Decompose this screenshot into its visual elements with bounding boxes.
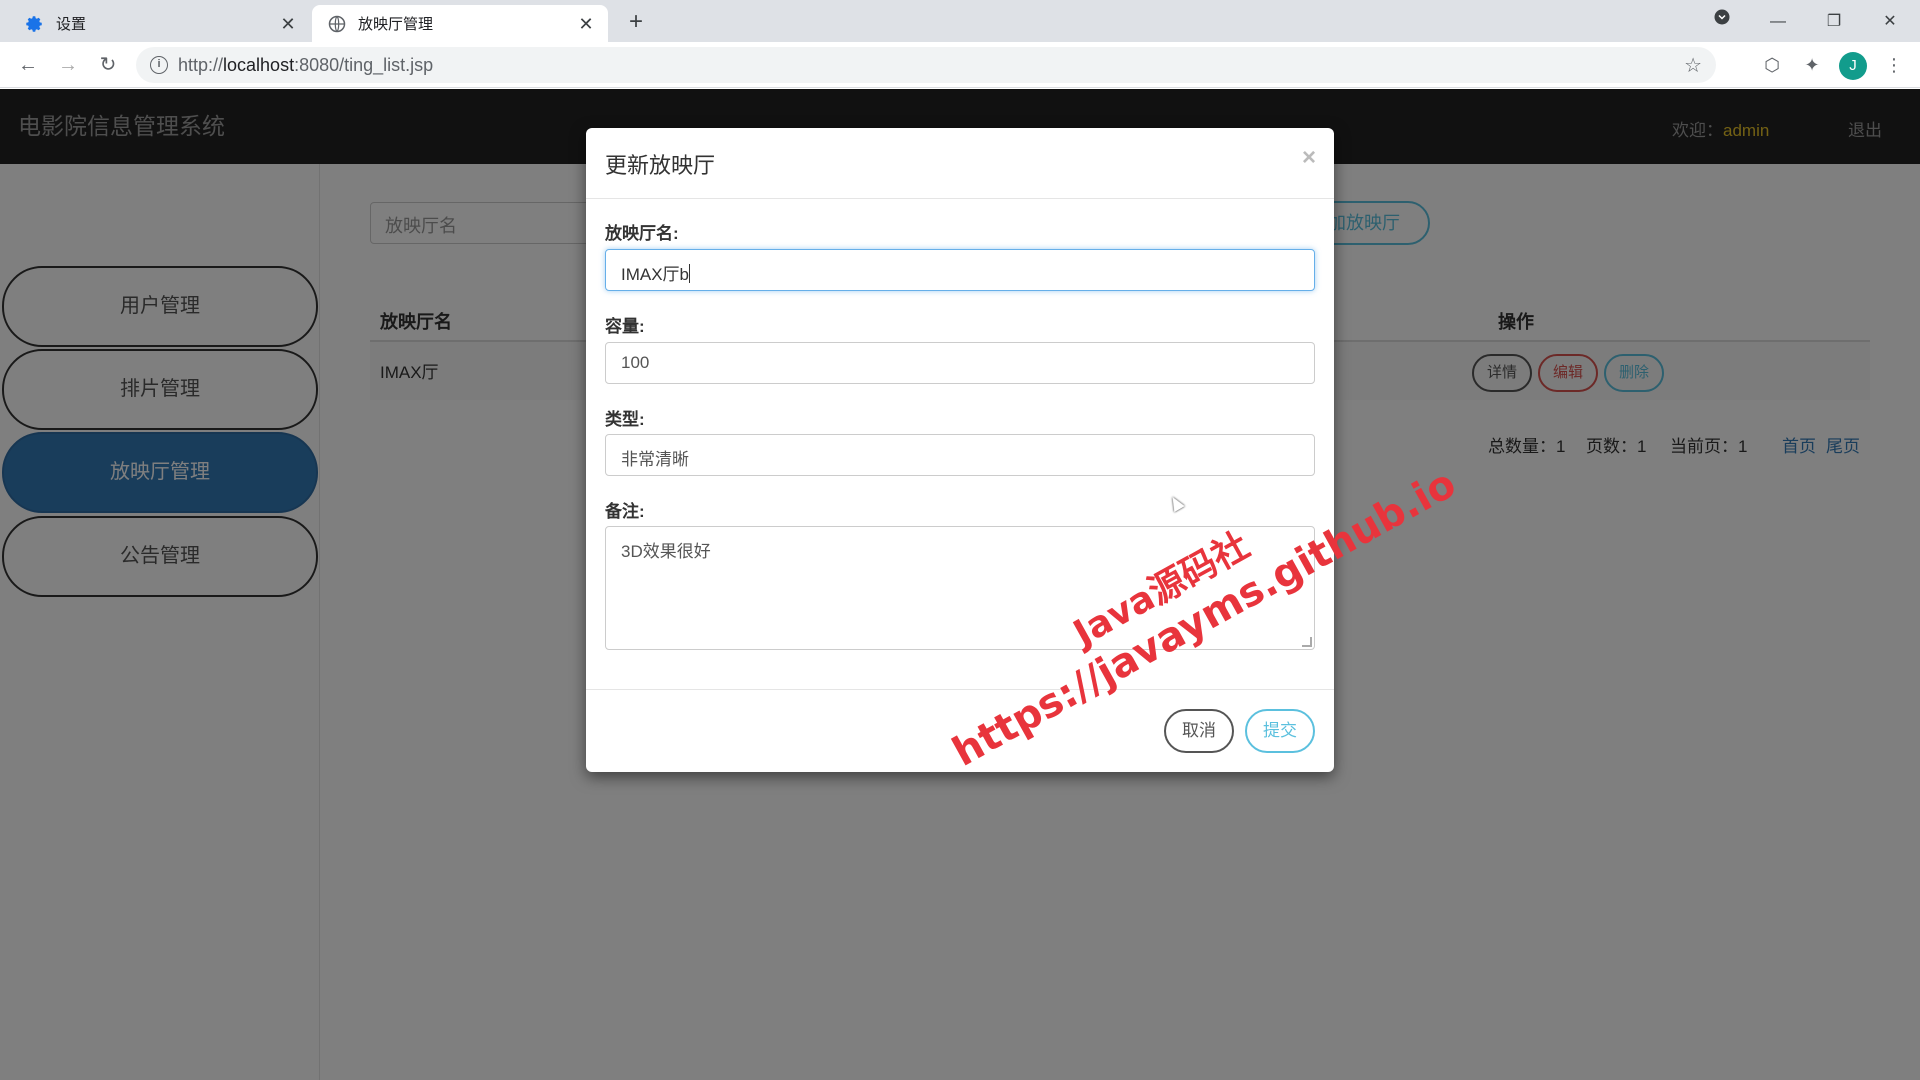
hall-name-label: 放映厅名: — [605, 224, 679, 243]
capacity-label: 容量: — [605, 317, 645, 336]
browser-tab-settings[interactable]: 设置 ✕ — [10, 5, 310, 42]
minimize-icon[interactable]: — — [1764, 8, 1792, 36]
tab-title: 放映厅管理 — [358, 16, 434, 33]
remark-textarea[interactable]: 3D效果很好 — [605, 526, 1315, 650]
remark-label: 备注: — [605, 502, 645, 521]
hall-name-field[interactable]: IMAX厅b — [605, 249, 1315, 291]
modal-title: 更新放映厅 — [605, 153, 716, 178]
cancel-button[interactable]: 取消 — [1164, 709, 1234, 753]
tab-title: 设置 — [56, 16, 87, 33]
close-icon[interactable]: ✕ — [278, 14, 298, 34]
site-info-icon[interactable]: i — [150, 56, 168, 74]
globe-icon — [328, 15, 346, 33]
submit-button[interactable]: 提交 — [1245, 709, 1315, 753]
update-hall-modal: 更新放映厅 × 放映厅名: IMAX厅b 容量: 100 类型: 非常清晰 备注… — [586, 128, 1334, 772]
new-tab-plus-icon[interactable]: + — [622, 8, 650, 36]
modal-footer-divider — [586, 689, 1334, 690]
resize-handle-icon[interactable] — [1302, 637, 1312, 647]
window-close-icon[interactable]: ✕ — [1876, 8, 1904, 36]
more-menu-icon[interactable]: ⋮ — [1880, 51, 1908, 79]
extension-icon[interactable]: ⬡ — [1758, 51, 1786, 79]
address-bar[interactable]: i http://localhost:8080/ting_list.jsp ☆ — [136, 47, 1716, 83]
forward-arrow-icon[interactable]: → — [52, 49, 84, 81]
restore-icon[interactable]: ❐ — [1820, 8, 1848, 36]
reload-icon[interactable]: ↻ — [92, 49, 124, 81]
type-label: 类型: — [605, 410, 645, 429]
url-text: http://localhost:8080/ting_list.jsp — [178, 55, 434, 75]
back-arrow-icon[interactable]: ← — [12, 49, 44, 81]
modal-header-divider — [586, 198, 1334, 199]
browser-tab-hall-management[interactable]: 放映厅管理 ✕ — [312, 5, 608, 42]
tab-search-icon[interactable] — [1708, 8, 1736, 36]
browser-tab-strip: 设置 ✕ 放映厅管理 ✕ + — ❐ ✕ — [0, 0, 1920, 42]
gear-icon — [26, 15, 44, 33]
browser-toolbar: ← → ↻ i http://localhost:8080/ting_list.… — [0, 42, 1920, 88]
bookmark-star-icon[interactable]: ☆ — [1684, 53, 1702, 78]
modal-close-icon[interactable]: × — [1302, 144, 1316, 172]
profile-avatar[interactable]: J — [1839, 52, 1867, 80]
close-icon[interactable]: ✕ — [576, 14, 596, 34]
puzzle-extensions-icon[interactable]: ✦ — [1798, 51, 1826, 79]
capacity-field[interactable]: 100 — [605, 342, 1315, 384]
type-field[interactable]: 非常清晰 — [605, 434, 1315, 476]
